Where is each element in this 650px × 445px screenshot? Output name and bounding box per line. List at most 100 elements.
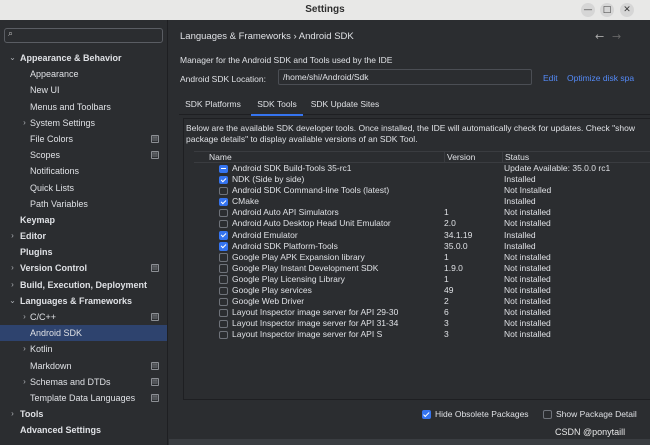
table-body: Android SDK Build-Tools 35-rc1 Update Ava… <box>194 163 650 341</box>
row-checkbox[interactable] <box>219 208 228 218</box>
table-row[interactable]: CMake Installed <box>194 196 650 207</box>
row-checkbox[interactable] <box>219 308 228 318</box>
forward-arrow-icon[interactable]: → <box>612 30 621 43</box>
sidebar-item-label: Editor <box>20 231 46 242</box>
sidebar-item-label: Advanced Settings <box>20 425 102 436</box>
row-checkbox[interactable] <box>219 253 228 262</box>
row-checkbox[interactable] <box>219 186 228 196</box>
row-checkbox[interactable] <box>219 242 228 251</box>
chevron-down-icon[interactable]: ⌄ <box>8 50 17 66</box>
cell-status: Installed <box>504 240 536 251</box>
sidebar-item[interactable]: Scopes ▤ <box>0 147 167 163</box>
row-checkbox[interactable] <box>219 219 228 229</box>
table-row[interactable]: Android Emulator 34.1.19 Installed <box>194 230 650 241</box>
sidebar-item-label: Languages & Frameworks <box>20 295 133 306</box>
sidebar-item[interactable]: Appearance <box>0 66 167 82</box>
chevron-right-icon[interactable]: › <box>8 277 17 293</box>
table-row[interactable]: Google Play Licensing Library 1 Not instal… <box>194 274 650 285</box>
sidebar-item[interactable]: New UI <box>0 82 167 98</box>
row-checkbox[interactable] <box>219 231 228 240</box>
settings-tree: ⌄ Appearance & Behavior Appearance New UI Me… <box>0 50 167 439</box>
sidebar-item[interactable]: › Tools <box>0 406 167 422</box>
table-row[interactable]: Layout Inspector image server for API 29… <box>194 307 650 318</box>
maximize-icon[interactable]: □ <box>600 3 614 17</box>
horizontal-scrollbar[interactable] <box>169 439 650 445</box>
show-package-details-checkbox[interactable] <box>543 410 552 419</box>
row-checkbox[interactable] <box>219 164 228 173</box>
sidebar-item[interactable]: › Schemas and DTDs ▤ <box>0 374 167 390</box>
table-row[interactable]: Android Auto API Simulators 1 Not installe… <box>194 207 650 218</box>
sidebar-item[interactable]: Markdown ▤ <box>0 358 167 374</box>
chevron-right-icon[interactable]: › <box>20 309 29 325</box>
row-checkbox[interactable] <box>219 319 228 329</box>
tab-sdk-tools[interactable]: SDK Tools <box>249 93 305 116</box>
chevron-right-icon[interactable]: › <box>8 260 17 276</box>
row-checkbox[interactable] <box>219 297 228 307</box>
table-row[interactable]: Google Play services 49 Not installed <box>194 285 650 296</box>
row-checkbox[interactable] <box>219 175 228 185</box>
row-checkbox[interactable] <box>219 264 228 273</box>
sdk-location-field[interactable] <box>278 69 532 85</box>
row-checkbox[interactable] <box>219 275 228 284</box>
table-row[interactable]: Android SDK Platform-Tools 35.0.0 Installe… <box>194 241 650 252</box>
table-row[interactable]: NDK (Side by side) Installed <box>194 174 650 185</box>
back-arrow-icon[interactable]: ← <box>595 30 604 43</box>
chevron-right-icon[interactable]: › <box>8 406 17 422</box>
sdk-tools-panel: Below are the available SDK developer to… <box>183 118 650 400</box>
sidebar-item[interactable]: Menus and Toolbars <box>0 99 167 115</box>
sidebar-item[interactable]: › C/C++ ▤ <box>0 309 167 325</box>
sidebar-item[interactable]: › Kotlin <box>0 341 167 357</box>
table-row[interactable]: Google Play Instant Development SDK 1.9.0… <box>194 263 650 274</box>
sidebar-item[interactable]: Android SDK <box>0 325 167 342</box>
chevron-right-icon[interactable]: › <box>8 228 17 244</box>
sidebar-item[interactable]: Quick Lists <box>0 180 167 196</box>
hide-obsolete-label[interactable]: Hide Obsolete Packages <box>435 409 529 419</box>
sidebar-item[interactable]: Notifications <box>0 163 167 179</box>
table-row[interactable]: Google Play APK Expansion library 1 Not in… <box>194 252 650 263</box>
chevron-down-icon[interactable]: ⌄ <box>8 293 17 309</box>
sidebar-item[interactable]: Path Variables <box>0 196 167 212</box>
cell-name: Google Play Licensing Library <box>232 273 345 284</box>
column-status-header[interactable]: Status <box>502 152 529 163</box>
search-input[interactable] <box>19 30 159 41</box>
row-checkbox[interactable] <box>219 330 228 340</box>
cell-status: Installed <box>504 229 536 240</box>
column-version-header[interactable]: Version <box>444 152 475 163</box>
sidebar-item[interactable]: Plugins <box>0 244 167 260</box>
table-row[interactable]: Google Web Driver 2 Not installed <box>194 296 650 307</box>
row-checkbox[interactable] <box>219 286 228 296</box>
tab-sdk-platforms[interactable]: SDK Platforms <box>179 93 247 115</box>
table-row[interactable]: Layout Inspector image server for API S 3… <box>194 329 650 340</box>
column-name-header[interactable]: Name <box>209 152 232 163</box>
show-package-details-label[interactable]: Show Package Detail <box>556 409 637 419</box>
table-row[interactable]: Android SDK Command-line Tools (latest) N… <box>194 185 650 196</box>
sidebar-item[interactable]: Advanced Settings <box>0 422 167 438</box>
optimize-disk-space-link[interactable]: Optimize disk spa <box>567 73 634 83</box>
row-checkbox[interactable] <box>219 197 228 207</box>
close-icon[interactable]: ✕ <box>620 3 634 17</box>
sidebar-item[interactable]: › Editor <box>0 228 167 244</box>
sidebar-item[interactable]: ⌄ Appearance & Behavior <box>0 50 167 66</box>
minimize-icon[interactable]: — <box>581 3 595 17</box>
tab-sdk-update-sites[interactable]: SDK Update Sites <box>309 93 381 115</box>
sidebar-item[interactable]: Keymap <box>0 212 167 228</box>
sidebar-item[interactable]: File Colors ▤ <box>0 131 167 147</box>
chevron-right-icon[interactable]: › <box>20 341 29 357</box>
chevron-right-icon[interactable]: › <box>20 374 29 390</box>
hide-obsolete-checkbox[interactable] <box>422 410 431 419</box>
sidebar-item[interactable]: › Version Control ▤ <box>0 260 167 276</box>
table-row[interactable]: Layout Inspector image server for API 31… <box>194 318 650 329</box>
sidebar-item[interactable]: ⌄ Languages & Frameworks <box>0 293 167 309</box>
sidebar-item[interactable]: › Build, Execution, Deployment <box>0 277 167 293</box>
sidebar-item[interactable]: › System Settings <box>0 115 167 131</box>
cell-status: Not installed <box>504 296 551 307</box>
cell-status: Not installed <box>504 307 551 318</box>
edit-link[interactable]: Edit <box>543 73 558 83</box>
table-row[interactable]: Android SDK Build-Tools 35-rc1 Update Ava… <box>194 163 650 174</box>
settings-search[interactable]: ⌕ <box>4 28 163 43</box>
chevron-right-icon[interactable]: › <box>20 115 29 131</box>
main-panel: Languages & Frameworks › Android SDK ← →… <box>169 20 650 445</box>
search-icon: ⌕ <box>8 29 14 39</box>
table-row[interactable]: Android Auto Desktop Head Unit Emulator 2… <box>194 218 650 229</box>
sidebar-item[interactable]: Template Data Languages ▤ <box>0 390 167 406</box>
